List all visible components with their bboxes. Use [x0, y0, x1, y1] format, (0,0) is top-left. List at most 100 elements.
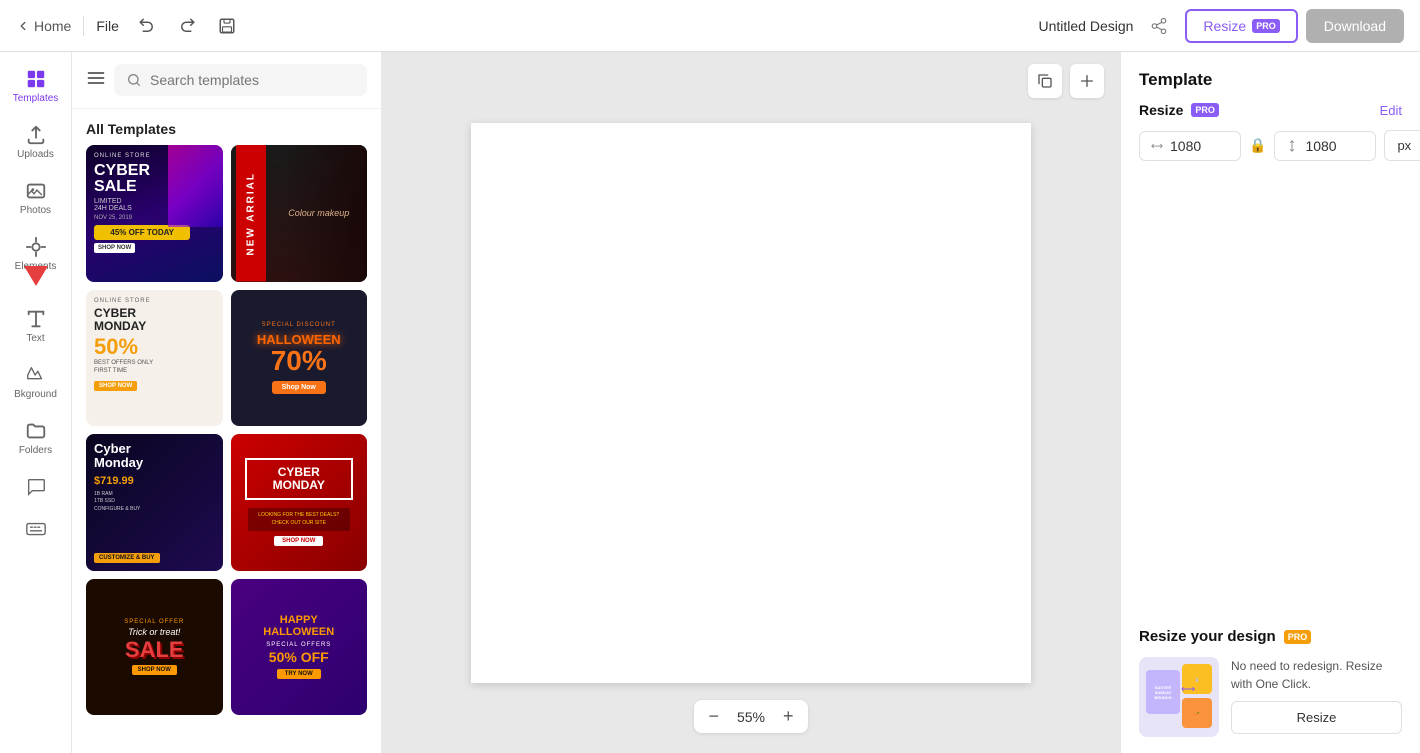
sidebar-item-folders[interactable]: Folders — [6, 412, 66, 464]
template-card[interactable]: ONLINE STORE CYBERMONDAY 50% BEST OFFERS… — [86, 290, 223, 427]
resize-design-header: Resize your design PRO — [1139, 628, 1402, 645]
width-input-wrap — [1139, 131, 1241, 161]
topbar-right: Resize PRO Download — [1185, 9, 1404, 43]
chevron-left-icon — [16, 19, 30, 33]
templates-icon — [25, 68, 47, 90]
search-input[interactable] — [150, 72, 355, 88]
template-card[interactable]: NEW ARRIAL Colour makeup — [231, 145, 368, 282]
keyboard-icon — [25, 518, 47, 540]
canvas-toolbar — [1028, 64, 1104, 98]
template-card[interactable]: Special Discount HALLOWEEN 70% Shop Now — [231, 290, 368, 427]
file-menu[interactable]: File — [96, 18, 119, 34]
resize-action-button[interactable]: Resize — [1231, 701, 1402, 734]
zoom-bar: − 55% + — [694, 700, 807, 733]
save-icon — [218, 17, 236, 35]
sidebar-item-elements[interactable]: Elements — [6, 228, 66, 280]
add-page-button[interactable] — [1070, 64, 1104, 98]
icon-sidebar: Templates Uploads Photos Elements — [0, 52, 72, 753]
canvas-area: − 55% + — [382, 52, 1120, 753]
search-icon — [126, 72, 142, 88]
lock-icon: 🔒 — [1249, 137, 1266, 154]
height-input-wrap — [1274, 131, 1376, 161]
height-input[interactable] — [1305, 138, 1365, 154]
template-card[interactable]: CYBERMONDAY LOOKING FOR THE BEST DEALS?C… — [231, 434, 368, 571]
topbar: Home File — [0, 0, 1420, 52]
copy-page-button[interactable] — [1028, 64, 1062, 98]
zoom-in-button[interactable]: + — [783, 706, 794, 727]
resize-section: Resize PRO Edit 🔒 — [1121, 102, 1420, 177]
text-icon — [25, 308, 47, 330]
sidebar-item-uploads[interactable]: Uploads — [6, 116, 66, 168]
home-label: Home — [34, 18, 71, 34]
zoom-level: 55% — [731, 709, 771, 725]
resize-preview-area: EASTER SUNDAY BRUNCH 🐰 🥕 ⟷ No need to re… — [1139, 657, 1402, 737]
templates-label: Templates — [13, 93, 59, 104]
pro-badge: PRO — [1191, 103, 1219, 117]
template-card[interactable]: SPECIAL OFFER Trick or treat! SALE SHOP … — [86, 579, 223, 716]
topbar-left: Home File — [16, 10, 1026, 42]
share-button[interactable] — [1145, 12, 1173, 40]
resize-design-section: Resize your design PRO EASTER SUNDAY BRU… — [1121, 628, 1420, 753]
redo-button[interactable] — [171, 10, 203, 42]
copy-icon — [1037, 73, 1053, 89]
edit-link[interactable]: Edit — [1380, 103, 1402, 118]
template-card[interactable]: ONLINE STORE CYBERSALE LIMITED24H DEALS … — [86, 145, 223, 282]
pro-badge: PRO — [1252, 19, 1280, 33]
canvas-page — [471, 123, 1031, 683]
height-icon — [1285, 139, 1299, 153]
chat-icon — [25, 476, 47, 498]
design-title[interactable]: Untitled Design — [1038, 18, 1133, 34]
topbar-center: Untitled Design — [1038, 12, 1173, 40]
topbar-actions — [131, 10, 243, 42]
home-button[interactable]: Home — [16, 18, 71, 34]
arrow-indicator — [24, 266, 48, 286]
panel-title: Template — [1121, 52, 1420, 102]
templates-panel: All Templates ONLINE STORE CYBERSALE LIM… — [72, 52, 382, 753]
panel-header — [72, 52, 381, 109]
add-icon — [1079, 73, 1095, 89]
width-input[interactable] — [1170, 138, 1230, 154]
share-icon — [1150, 17, 1168, 35]
photos-icon — [25, 180, 47, 202]
divider — [83, 16, 84, 36]
background-label: Bkground — [14, 389, 57, 400]
save-button[interactable] — [211, 10, 243, 42]
resize-label: Resize — [1139, 102, 1183, 118]
sidebar-item-keyboard[interactable] — [6, 510, 66, 548]
resize-design-title: Resize your design — [1139, 628, 1276, 645]
resize-preview-text: No need to redesign. Resize with One Cli… — [1231, 657, 1402, 734]
folders-icon — [25, 420, 47, 442]
panel-title: All Templates — [72, 109, 381, 145]
text-label: Text — [26, 333, 44, 344]
unit-select[interactable]: px in cm — [1384, 130, 1420, 161]
main-layout: Templates Uploads Photos Elements — [0, 52, 1420, 753]
sidebar-item-templates[interactable]: Templates — [6, 60, 66, 112]
download-button[interactable]: Download — [1306, 9, 1404, 43]
resize-section-header: Resize PRO Edit — [1139, 102, 1402, 118]
uploads-label: Uploads — [17, 149, 54, 160]
zoom-out-button[interactable]: − — [708, 706, 719, 727]
template-card[interactable]: CyberMonday $719.99 1B RAM1TB SSDCONFIGU… — [86, 434, 223, 571]
sidebar-item-chat[interactable] — [6, 468, 66, 506]
resize-desc: No need to redesign. Resize with One Cli… — [1231, 657, 1402, 693]
search-container[interactable] — [114, 64, 367, 96]
sidebar-item-photos[interactable]: Photos — [6, 172, 66, 224]
resize-preview-image: EASTER SUNDAY BRUNCH 🐰 🥕 ⟷ — [1139, 657, 1219, 737]
uploads-icon — [25, 124, 47, 146]
menu-icon[interactable] — [86, 68, 106, 93]
template-card[interactable]: HAPPYHALLOWEEN SPECIAL OFFERS 50% OFF TR… — [231, 579, 368, 716]
photos-label: Photos — [20, 205, 51, 216]
resize-label: Resize — [1203, 18, 1246, 34]
sidebar-item-text[interactable]: Text — [6, 300, 66, 352]
redo-icon — [178, 17, 196, 35]
undo-button[interactable] — [131, 10, 163, 42]
pro-badge-design: PRO — [1284, 630, 1312, 644]
templates-grid: ONLINE STORE CYBERSALE LIMITED24H DEALS … — [72, 145, 381, 729]
width-icon — [1150, 139, 1164, 153]
undo-icon — [138, 17, 156, 35]
sidebar-item-background[interactable]: Bkground — [6, 356, 66, 408]
dimension-row: 🔒 px in cm — [1139, 130, 1402, 161]
resize-button[interactable]: Resize PRO — [1185, 9, 1297, 43]
hamburger-icon — [86, 68, 106, 88]
right-panel: Template Resize PRO Edit 🔒 — [1120, 52, 1420, 753]
